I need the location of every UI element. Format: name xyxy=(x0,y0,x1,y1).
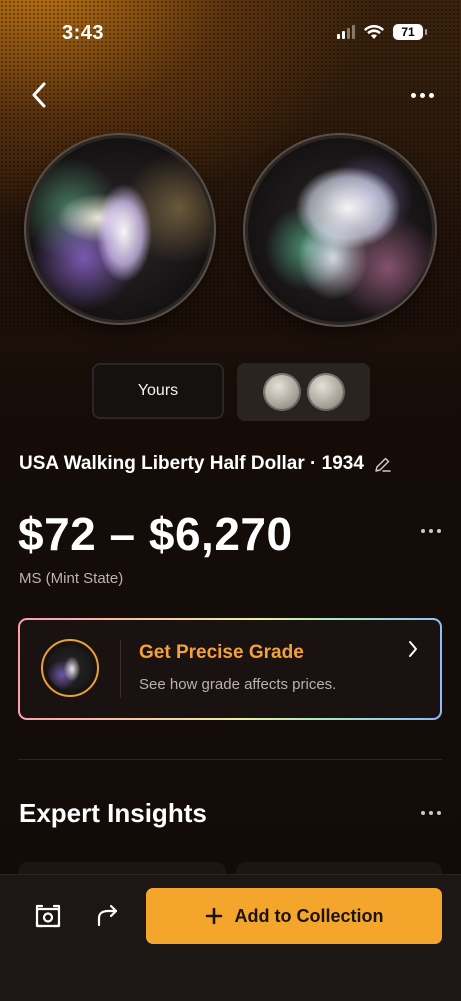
status-time: 3:43 xyxy=(62,22,105,44)
insights-more-button[interactable] xyxy=(421,811,441,815)
coin-obverse-image[interactable] xyxy=(29,138,211,320)
price-range: $72 – $6,270 xyxy=(18,508,293,560)
grade-card-subtitle: See how grade affects prices. xyxy=(139,676,337,693)
back-button[interactable] xyxy=(24,78,54,112)
more-horizontal-icon xyxy=(410,92,434,98)
card-divider xyxy=(120,640,121,698)
scan-button[interactable] xyxy=(32,900,64,932)
tab-reference-images[interactable] xyxy=(237,363,370,421)
wifi-icon xyxy=(364,24,384,39)
cellular-signal-icon xyxy=(337,25,355,39)
tab-yours-label: Yours xyxy=(137,382,179,399)
expert-insights-title: Expert Insights xyxy=(19,798,207,828)
price-more-button[interactable] xyxy=(421,529,441,533)
coin-title: USA Walking Liberty Half Dollar · 1934 xyxy=(19,453,364,474)
reference-coin-reverse-thumbnail xyxy=(306,373,345,411)
tab-yours[interactable]: Yours xyxy=(92,363,224,419)
camera-scan-icon xyxy=(35,904,61,928)
grade-card-heading: Get Precise Grade xyxy=(139,642,304,663)
battery-level: 71 xyxy=(401,25,415,39)
status-icons: 71 xyxy=(337,24,427,40)
coin-title-row[interactable]: USA Walking Liberty Half Dollar · 1934 xyxy=(19,453,391,475)
section-divider xyxy=(18,759,442,760)
more-options-button[interactable] xyxy=(407,80,437,110)
add-to-collection-label: Add to Collection xyxy=(234,905,384,926)
get-precise-grade-card[interactable]: Get Precise Grade See how grade affects … xyxy=(18,618,442,720)
reference-coin-obverse-thumbnail xyxy=(262,373,301,411)
more-horizontal-icon xyxy=(421,529,441,533)
plus-icon xyxy=(205,907,222,925)
battery-icon: 71 xyxy=(393,24,427,40)
more-horizontal-icon xyxy=(421,811,441,815)
coin-reverse-image[interactable] xyxy=(248,138,432,322)
chevron-right-icon xyxy=(409,641,417,657)
edit-pencil-icon[interactable] xyxy=(374,456,391,473)
share-arrow-icon xyxy=(97,904,118,927)
add-to-collection-button[interactable]: Add to Collection xyxy=(146,888,442,944)
grade-label: MS (Mint State) xyxy=(19,570,124,587)
share-button[interactable] xyxy=(92,900,124,932)
coin-thumbnail xyxy=(41,639,99,697)
chevron-left-icon xyxy=(32,82,46,108)
